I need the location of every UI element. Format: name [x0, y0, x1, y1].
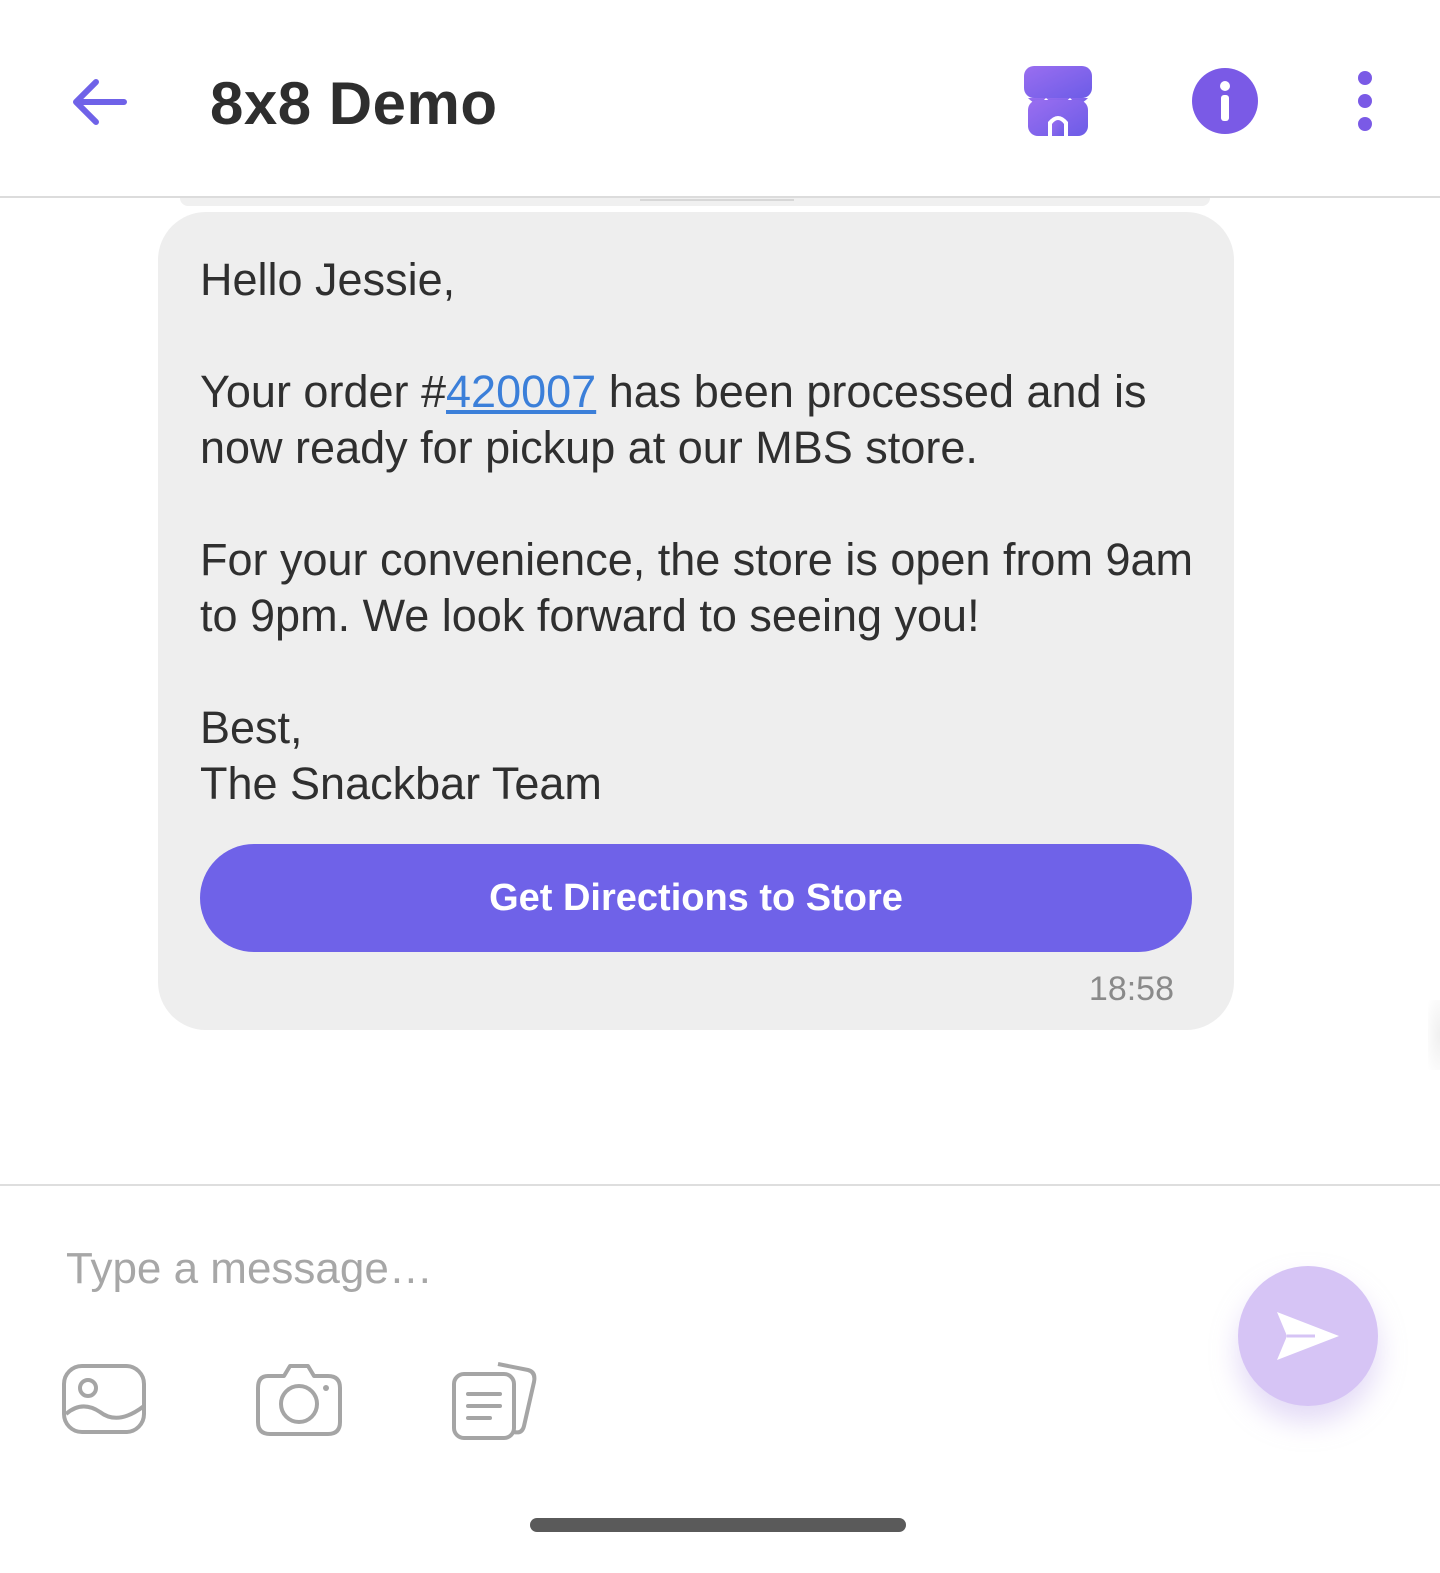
- divider: [640, 199, 794, 201]
- document-icon: [452, 1362, 537, 1440]
- gallery-icon: [62, 1364, 146, 1434]
- message-body: Hello Jessie, Your order #420007 has bee…: [200, 252, 1200, 812]
- store-button[interactable]: [1020, 64, 1096, 140]
- scroll-edge-shadow: [1428, 1000, 1440, 1070]
- documents-button[interactable]: [450, 1356, 540, 1446]
- message-composer: [0, 1184, 1440, 1573]
- message-timestamp: 18:58: [1088, 970, 1174, 1008]
- order-number-link[interactable]: 420007: [446, 366, 596, 417]
- message-input[interactable]: [66, 1236, 1166, 1302]
- message-bubble: Hello Jessie, Your order #420007 has bee…: [158, 212, 1234, 1030]
- back-button[interactable]: [58, 62, 138, 142]
- info-button[interactable]: [1192, 68, 1258, 134]
- more-vertical-icon: [1358, 71, 1372, 131]
- message-signoff: Best, The Snackbar Team: [200, 700, 1200, 812]
- send-icon: [1277, 1312, 1339, 1360]
- message-hours-paragraph: For your convenience, the store is open …: [200, 534, 1193, 641]
- home-indicator[interactable]: [530, 1518, 906, 1532]
- camera-button[interactable]: [254, 1356, 344, 1446]
- get-directions-button[interactable]: Get Directions to Store: [200, 844, 1192, 952]
- message-closing: Best,: [200, 702, 303, 753]
- info-icon: [1192, 68, 1258, 134]
- storefront-icon: [1024, 66, 1092, 136]
- more-options-button[interactable]: [1340, 68, 1390, 138]
- send-button[interactable]: [1238, 1266, 1378, 1406]
- order-prefix: Your order #: [200, 366, 447, 417]
- conversation-title: 8x8 Demo: [210, 70, 498, 137]
- message-order-paragraph: Your order #420007 has been processed an…: [200, 364, 1200, 476]
- message-signature: The Snackbar Team: [200, 758, 602, 809]
- app-header: 8x8 Demo: [0, 0, 1440, 198]
- message-greeting: Hello Jessie,: [200, 254, 456, 305]
- gallery-button[interactable]: [60, 1356, 150, 1446]
- arrow-left-icon: [73, 79, 127, 125]
- camera-icon: [256, 1364, 342, 1436]
